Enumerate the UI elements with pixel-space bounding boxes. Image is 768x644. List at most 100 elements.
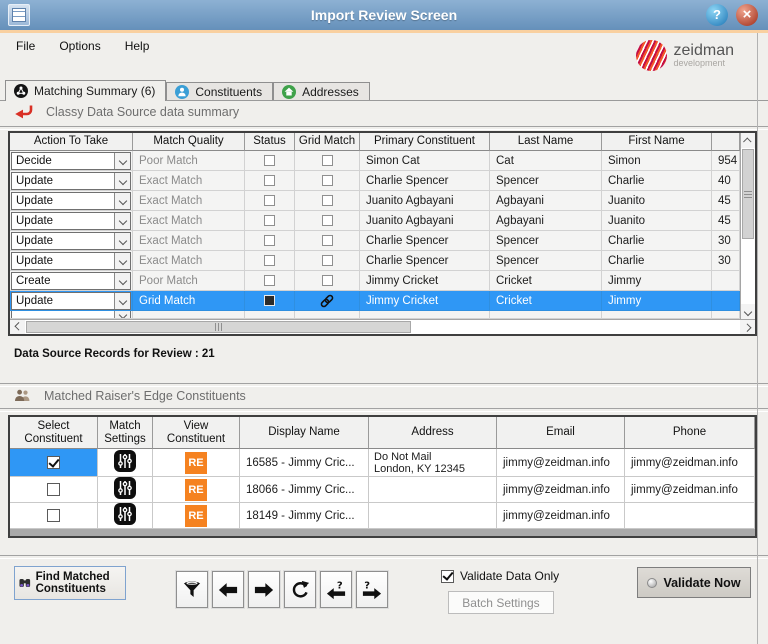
status-checkbox[interactable]: [264, 175, 275, 186]
menu-help[interactable]: Help: [113, 35, 162, 57]
grid-match-checkbox[interactable]: [321, 195, 333, 206]
action-dropdown[interactable]: Update: [11, 251, 131, 270]
grid-match-checkbox[interactable]: [321, 255, 333, 266]
dropdown-arrow-icon[interactable]: [114, 232, 130, 249]
source-grid-row[interactable]: Create Poor Match Jimmy Cricket Cricket Jimm…: [10, 271, 740, 291]
action-to-take-cell: Update: [10, 291, 133, 311]
select-constituent-checkbox[interactable]: [47, 509, 60, 522]
match-settings-icon: [114, 503, 136, 525]
status-checkbox[interactable]: [264, 195, 275, 206]
validate-data-only-checkbox[interactable]: [441, 569, 454, 583]
dropdown-arrow-icon[interactable]: [114, 192, 130, 209]
action-dropdown[interactable]: Update: [11, 191, 131, 210]
validate-now-button[interactable]: Validate Now: [637, 567, 751, 598]
status-checkbox[interactable]: [264, 235, 275, 246]
source-grid-row[interactable]: Update Exact Match Juanito Agbayani Agbayan…: [10, 211, 740, 231]
validate-data-only-row: Validate Data Only: [441, 569, 559, 583]
action-dropdown[interactable]: Create: [11, 271, 131, 290]
grid-match-checkbox[interactable]: [321, 275, 333, 286]
matched-grid-row[interactable]: RE 18066 - Jimmy Cric... jimmy@zeidman.inf…: [10, 477, 755, 503]
view-constituent-cell: RE: [153, 477, 240, 503]
select-constituent-checkbox[interactable]: [47, 455, 60, 469]
match-settings-button[interactable]: [114, 503, 136, 528]
column-header-email: Email: [497, 417, 625, 449]
email-cell: jimmy@zeidman.info: [497, 449, 625, 477]
action-dropdown[interactable]: Update: [11, 211, 131, 230]
email-cell: jimmy@zeidman.info: [497, 503, 625, 529]
tab-matching-summary[interactable]: Matching Summary (6): [5, 80, 167, 101]
next-undecided-button[interactable]: ?: [356, 571, 388, 608]
separator: [0, 555, 768, 559]
tab-addresses[interactable]: Addresses: [273, 82, 370, 100]
source-grid-row[interactable]: Update Exact Match Charlie Spencer Spencer C…: [10, 251, 740, 271]
select-constituent-checkbox[interactable]: [47, 483, 60, 496]
source-grid-row[interactable]: Update Grid Match Jimmy Cricket Cricket Jimm…: [10, 291, 740, 311]
find-matched-constituents-button[interactable]: Find Matched Constituents: [14, 566, 126, 600]
action-dropdown[interactable]: Update: [11, 291, 131, 310]
action-dropdown[interactable]: Update: [11, 231, 131, 250]
match-settings-button[interactable]: [114, 450, 136, 475]
view-constituent-re-button[interactable]: RE: [185, 451, 207, 474]
matched-grid-row[interactable]: RE 16585 - Jimmy Cric... Do Not Mail London…: [10, 449, 755, 477]
tab-constituents[interactable]: Constituents: [166, 82, 274, 100]
grid-match-checkbox[interactable]: [321, 235, 333, 246]
last-name-cell: Agbayani: [490, 191, 602, 211]
scroll-down-button[interactable]: [741, 304, 755, 319]
close-button[interactable]: ×: [736, 4, 758, 26]
status-checkbox[interactable]: [264, 155, 275, 166]
view-constituent-re-button[interactable]: RE: [185, 504, 207, 527]
record-id-cell: 30: [712, 231, 740, 251]
display-name-cell: 18066 - Jimmy Cric...: [240, 477, 369, 503]
source-grid-row[interactable]: Update Exact Match Charlie Spencer Spencer C…: [10, 231, 740, 251]
match-settings-button[interactable]: [114, 477, 136, 502]
dropdown-arrow-icon[interactable]: [114, 152, 130, 169]
status-checkbox[interactable]: [264, 255, 275, 266]
status-checkbox[interactable]: [264, 275, 275, 286]
grid-match-checkbox[interactable]: [321, 155, 333, 166]
match-quality-cell: Exact Match: [133, 191, 245, 211]
status-checkbox[interactable]: [264, 215, 275, 226]
matched-grid-row[interactable]: RE 18149 - Jimmy Cric... jimmy@zeidman.inf…: [10, 503, 755, 529]
action-dropdown[interactable]: Decide: [11, 151, 131, 170]
horizontal-scrollbar[interactable]: [10, 319, 755, 334]
dropdown-arrow-icon[interactable]: [114, 292, 130, 309]
dropdown-arrow-icon[interactable]: [114, 272, 130, 289]
vertical-scrollbar[interactable]: [740, 133, 755, 319]
source-grid-row[interactable]: Update Exact Match Charlie Spencer Spencer C…: [10, 171, 740, 191]
source-grid-row[interactable]: Decide Poor Match Simon Cat Cat Simon 954: [10, 151, 740, 171]
horizontal-scroll-thumb[interactable]: [26, 321, 411, 333]
action-to-take-cell: Update: [10, 251, 133, 271]
matched-grid-header-row: Select Constituent Match Settings View Con…: [10, 417, 755, 449]
scroll-left-button[interactable]: [10, 320, 25, 334]
action-dropdown[interactable]: Update: [11, 171, 131, 190]
scroll-up-button[interactable]: [741, 133, 755, 148]
view-constituent-re-button[interactable]: RE: [185, 478, 207, 501]
column-header-action-to-take: Action To Take: [10, 133, 133, 151]
source-grid-row[interactable]: Update Exact Match Juanito Agbayani Agbayan…: [10, 191, 740, 211]
dropdown-arrow-icon[interactable]: [114, 212, 130, 229]
batch-settings-button[interactable]: Batch Settings: [448, 591, 554, 614]
previous-undecided-button[interactable]: ?: [320, 571, 352, 608]
people-icon: [15, 389, 30, 401]
status-cell: [245, 171, 295, 191]
scroll-right-button[interactable]: [740, 320, 755, 334]
column-header-phone: Phone: [625, 417, 755, 449]
filter-button[interactable]: [176, 571, 208, 608]
match-settings-cell: [98, 477, 153, 503]
grid-match-checkbox[interactable]: [321, 215, 333, 226]
grid-match-checkbox[interactable]: [321, 175, 333, 186]
next-record-button[interactable]: [248, 571, 280, 608]
action-dropdown[interactable]: [11, 311, 131, 318]
arrow-left-icon: [218, 582, 238, 597]
dropdown-arrow-icon[interactable]: [114, 252, 130, 269]
status-checkbox[interactable]: [264, 295, 275, 306]
menu-options[interactable]: Options: [47, 35, 112, 57]
refresh-button[interactable]: [284, 571, 316, 608]
dropdown-arrow-icon[interactable]: [114, 172, 130, 189]
help-button[interactable]: ?: [706, 4, 728, 26]
matched-grid-body: RE 16585 - Jimmy Cric... Do Not Mail London…: [10, 449, 755, 529]
vertical-scroll-thumb[interactable]: [742, 149, 754, 239]
menu-file[interactable]: File: [4, 35, 47, 57]
display-name-cell: 18149 - Jimmy Cric...: [240, 503, 369, 529]
previous-record-button[interactable]: [212, 571, 244, 608]
